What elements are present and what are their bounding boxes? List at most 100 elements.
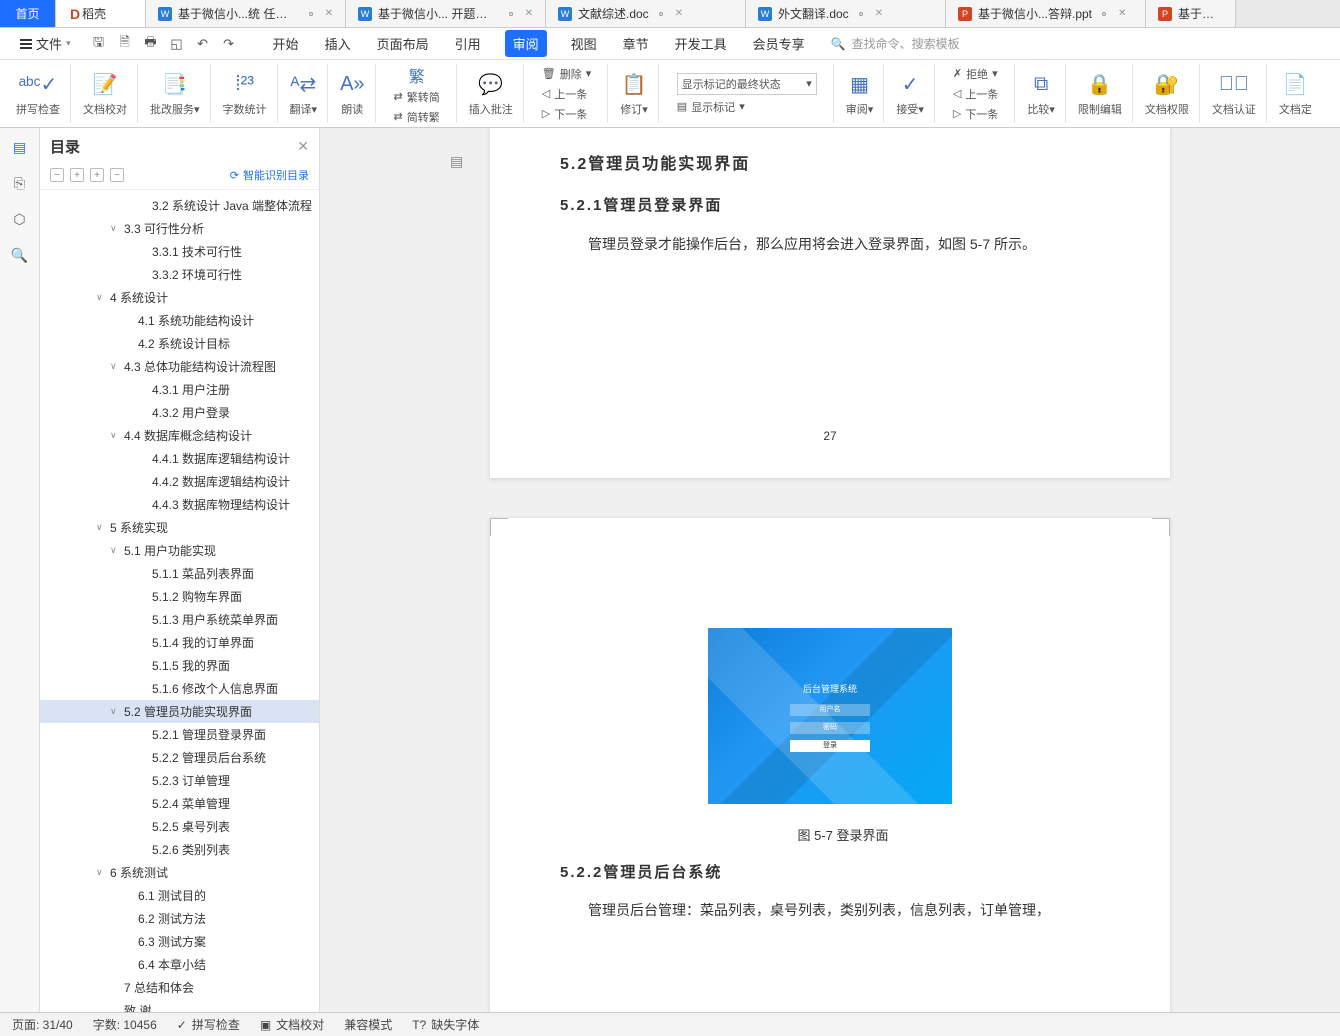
btn-jian2fan[interactable]: ⇄ 简转繁 xyxy=(394,109,440,125)
outline-item[interactable]: ∨5 系统实现 xyxy=(40,516,319,539)
btn-reject[interactable]: ✗ 拒绝▾ xyxy=(953,66,998,82)
status-font[interactable]: T?缺失字体 xyxy=(412,1016,479,1033)
btn-prev-change[interactable]: ◁ 上一条 xyxy=(953,86,998,102)
btn-sign[interactable]: 📄文档定 xyxy=(1269,64,1322,123)
outline-item[interactable]: 5.1.4 我的订单界面 xyxy=(40,631,319,654)
outline-item[interactable]: 4.4.2 数据库逻辑结构设计 xyxy=(40,470,319,493)
btn-compare[interactable]: ⧉比较▾ xyxy=(1017,64,1066,123)
status-page[interactable]: 页面: 31/40 xyxy=(12,1016,73,1033)
smart-outline-button[interactable]: ⟳智能识别目录 xyxy=(230,167,309,183)
print-icon[interactable]: 🖶 xyxy=(143,36,159,52)
close-icon[interactable]: ✕ xyxy=(525,8,533,19)
select-mark-state[interactable]: 显示标记的最终状态▾ xyxy=(677,73,817,95)
outline-item[interactable]: 5.2.3 订单管理 xyxy=(40,769,319,792)
outline-item[interactable]: 6.2 测试方法 xyxy=(40,907,319,930)
btn-fan2jian[interactable]: ⇄ 繁转简 xyxy=(394,89,440,105)
status-proof[interactable]: ▣文档校对 xyxy=(260,1016,324,1033)
btn-restrict[interactable]: 🔒限制编辑 xyxy=(1068,64,1133,123)
tab-doc-3[interactable]: W外文翻译.doc✕ xyxy=(746,0,946,27)
outline-expand-icon[interactable]: + xyxy=(70,168,84,182)
menu-insert[interactable]: 插入 xyxy=(323,30,353,57)
outline-item[interactable]: 6.3 测试方案 xyxy=(40,930,319,953)
outline-item[interactable]: ∨3.3 可行性分析 xyxy=(40,217,319,240)
menu-dev[interactable]: 开发工具 xyxy=(673,30,729,57)
outline-item[interactable]: ∨4 系统设计 xyxy=(40,286,319,309)
tab-home[interactable]: 首页 xyxy=(0,0,56,27)
search-box[interactable]: 🔍查找命令、搜索模板 xyxy=(831,35,960,52)
menu-view[interactable]: 视图 xyxy=(569,30,599,57)
outline-item[interactable]: 4.3.2 用户登录 xyxy=(40,401,319,424)
outline-item[interactable]: 5.2.6 类别列表 xyxy=(40,838,319,861)
menu-member[interactable]: 会员专享 xyxy=(751,30,807,57)
close-icon[interactable]: ✕ xyxy=(675,8,683,19)
outline-item[interactable]: 4.3.1 用户注册 xyxy=(40,378,319,401)
btn-batch[interactable]: 📑批改服务▾ xyxy=(140,64,211,123)
nav-bookmark-icon[interactable]: ⎘ xyxy=(11,174,29,192)
outline-item[interactable]: 5.2.1 管理员登录界面 xyxy=(40,723,319,746)
tab-doc-2[interactable]: W文献综述.doc✕ xyxy=(546,0,746,27)
outline-item[interactable]: ∨4.4 数据库概念结构设计 xyxy=(40,424,319,447)
btn-prev-comment[interactable]: ◁ 上一条 xyxy=(542,86,592,102)
close-icon[interactable]: ✕ xyxy=(325,8,333,19)
redo-icon[interactable]: ↷ xyxy=(221,36,237,52)
close-icon[interactable]: ✕ xyxy=(1118,8,1126,19)
outline-add-icon[interactable]: + xyxy=(90,168,104,182)
outline-item[interactable]: 5.1.2 购物车界面 xyxy=(40,585,319,608)
btn-insert-comment[interactable]: 💬插入批注 xyxy=(459,64,524,123)
outline-item[interactable]: 5.2.4 菜单管理 xyxy=(40,792,319,815)
save-as-icon[interactable]: 🗎 xyxy=(117,36,133,52)
btn-next-comment[interactable]: ▷ 下一条 xyxy=(542,106,592,122)
outline-collapse-icon[interactable]: − xyxy=(50,168,64,182)
menu-reference[interactable]: 引用 xyxy=(453,30,483,57)
outline-item[interactable]: 5.1.1 菜品列表界面 xyxy=(40,562,319,585)
file-menu[interactable]: 文件▾ xyxy=(14,32,77,55)
outline-item[interactable]: 5.1.6 修改个人信息界面 xyxy=(40,677,319,700)
nav-search-icon[interactable]: 🔍 xyxy=(11,246,29,264)
close-icon[interactable]: ✕ xyxy=(875,8,883,19)
menu-layout[interactable]: 页面布局 xyxy=(375,30,431,57)
outline-remove-icon[interactable]: − xyxy=(110,168,124,182)
menu-review[interactable]: 审阅 xyxy=(505,30,547,57)
page-action-icon[interactable]: ▤ xyxy=(450,148,463,175)
status-spell[interactable]: ✓拼写检查 xyxy=(177,1016,240,1033)
btn-track[interactable]: 📋修订▾ xyxy=(610,64,659,123)
save-icon[interactable]: 🖫 xyxy=(91,36,107,52)
outline-item[interactable]: 3.3.1 技术可行性 xyxy=(40,240,319,263)
btn-auth[interactable]: ✓⃝文档认证 xyxy=(1202,64,1267,123)
outline-item[interactable]: 5.2.5 桌号列表 xyxy=(40,815,319,838)
tab-doc-4[interactable]: P基于微信小...答辩.ppt✕ xyxy=(946,0,1146,27)
tab-daoke[interactable]: D稻壳 xyxy=(56,0,146,27)
btn-perm[interactable]: 🔐文档权限 xyxy=(1135,64,1200,123)
outline-item[interactable]: ∨6 系统测试 xyxy=(40,861,319,884)
outline-item[interactable]: ∨5.1 用户功能实现 xyxy=(40,539,319,562)
outline-item[interactable]: 4.1 系统功能结构设计 xyxy=(40,309,319,332)
status-words[interactable]: 字数: 10456 xyxy=(93,1016,157,1033)
btn-accept[interactable]: ✓接受▾ xyxy=(886,64,935,123)
btn-translate[interactable]: ᴬ⇄翻译▾ xyxy=(280,64,329,123)
tab-doc-5[interactable]: P基于微信小. xyxy=(1146,0,1236,27)
undo-icon[interactable]: ↶ xyxy=(195,36,211,52)
menu-start[interactable]: 开始 xyxy=(271,30,301,57)
outline-item[interactable]: 4.2 系统设计目标 xyxy=(40,332,319,355)
tab-doc-1[interactable]: W基于微信小... 开题报告✕ xyxy=(346,0,546,27)
menu-chapter[interactable]: 章节 xyxy=(621,30,651,57)
outline-item[interactable]: 5.1.3 用户系统菜单界面••• xyxy=(40,608,319,631)
outline-item[interactable]: ∨4.3 总体功能结构设计流程图 xyxy=(40,355,319,378)
outline-item[interactable]: 5.1.5 我的界面 xyxy=(40,654,319,677)
btn-review-pane[interactable]: ▦审阅▾ xyxy=(836,64,885,123)
document-area[interactable]: ▤ 5.2管理员功能实现界面 5.2.1管理员登录界面 管理员登录才能操作后台，… xyxy=(320,128,1340,1014)
print-preview-icon[interactable]: ◱ xyxy=(169,36,185,52)
outline-item[interactable]: ∨5.2 管理员功能实现界面 xyxy=(40,700,319,723)
tab-doc-0[interactable]: W基于微信小...统 任务书✕ xyxy=(146,0,346,27)
btn-show-mark[interactable]: ▤ 显示标记▾ xyxy=(677,99,817,115)
btn-read[interactable]: A»朗读 xyxy=(330,64,375,123)
outline-item[interactable]: 4.4.3 数据库物理结构设计 xyxy=(40,493,319,516)
outline-close-icon[interactable]: ✕ xyxy=(297,138,309,155)
outline-item[interactable]: 4.4.1 数据库逻辑结构设计 xyxy=(40,447,319,470)
btn-spellcheck[interactable]: ᵃᵇᶜ✓拼写检查 xyxy=(6,64,71,123)
nav-fav-icon[interactable]: ⬡ xyxy=(11,210,29,228)
nav-outline-icon[interactable]: ▤ xyxy=(11,138,29,156)
outline-item[interactable]: 5.2.2 管理员后台系统 xyxy=(40,746,319,769)
btn-proof[interactable]: 📝文档校对 xyxy=(73,64,138,123)
btn-wordcount[interactable]: ⁞²³字数统计 xyxy=(213,64,278,123)
